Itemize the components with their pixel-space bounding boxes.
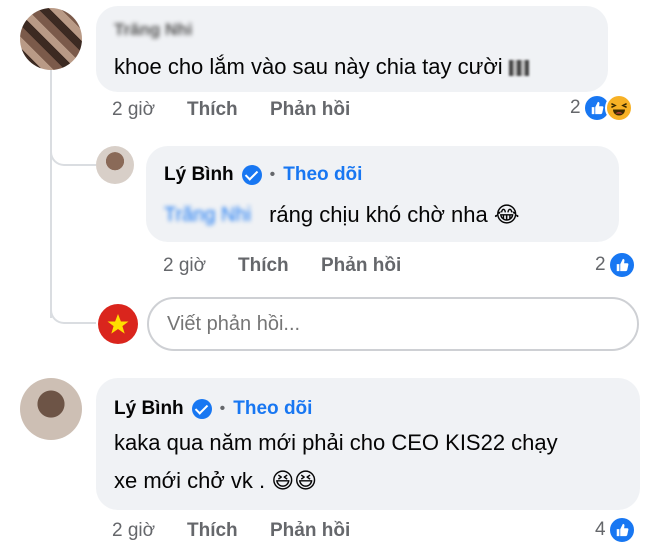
haha-icon (604, 94, 633, 122)
comment-text-line-2: xe mới chở vk . 😆😆 (114, 468, 318, 493)
sticker-icon (508, 60, 529, 77)
reply-header: Lý Bình • Theo dõi (164, 164, 362, 186)
user-avatar[interactable] (98, 304, 138, 344)
avatar[interactable] (20, 378, 82, 440)
comment-time[interactable]: 2 giờ (112, 99, 155, 121)
thread-line (50, 68, 52, 318)
reply-bubble: Lý Bình • Theo dõi Trăng Nhi ráng chịu k… (146, 146, 619, 242)
separator-dot: • (269, 166, 276, 183)
like-button[interactable]: Thích (187, 520, 238, 542)
reaction-summary[interactable]: 4 (595, 516, 636, 544)
reaction-count: 2 (570, 97, 581, 118)
like-icon (607, 251, 636, 279)
avatar[interactable] (20, 8, 82, 70)
mention-link[interactable]: Trăng Nhi (164, 204, 251, 227)
reaction-count: 4 (595, 519, 606, 540)
reply-text: Trăng Nhi ráng chịu khó chờ nha 😂 (164, 202, 520, 227)
separator-dot: • (219, 400, 226, 417)
reaction-summary[interactable]: 2 (570, 94, 633, 122)
flag-star-icon (107, 314, 129, 334)
verified-icon (191, 399, 212, 419)
comment-text: khoe cho lắm vào sau này chia tay cười (114, 54, 529, 80)
follow-button[interactable]: Theo dõi (283, 164, 362, 186)
comment-bubble: Lý Bình • Theo dõi kaka qua năm mới phải… (96, 378, 640, 510)
comment-author[interactable]: Trăng Nhi (114, 20, 192, 40)
comment-time[interactable]: 2 giờ (163, 255, 206, 277)
reply-input[interactable] (147, 297, 639, 351)
thread-branch-1 (50, 138, 96, 166)
like-button[interactable]: Thích (238, 255, 289, 277)
follow-button[interactable]: Theo dõi (233, 398, 312, 420)
reply-button[interactable]: Phản hồi (270, 520, 350, 542)
comment-author[interactable]: Lý Bình (114, 398, 184, 420)
reply-button[interactable]: Phản hồi (321, 255, 401, 277)
verified-icon (241, 165, 262, 185)
like-icon (607, 516, 636, 544)
reaction-count: 2 (595, 254, 606, 275)
avatar[interactable] (96, 146, 134, 184)
thread-branch-2 (50, 296, 96, 324)
comment-author[interactable]: Lý Bình (164, 164, 234, 186)
comment-header: Lý Bình • Theo dõi (114, 398, 312, 420)
comment-text-line-1: kaka qua năm mới phải cho CEO KIS22 chạy (114, 430, 558, 455)
comment-time[interactable]: 2 giờ (112, 520, 155, 542)
like-button[interactable]: Thích (187, 99, 238, 121)
comment-bubble: Trăng Nhi khoe cho lắm vào sau này chia … (96, 6, 608, 92)
reaction-summary[interactable]: 2 (595, 251, 636, 279)
reply-button[interactable]: Phản hồi (270, 99, 350, 121)
